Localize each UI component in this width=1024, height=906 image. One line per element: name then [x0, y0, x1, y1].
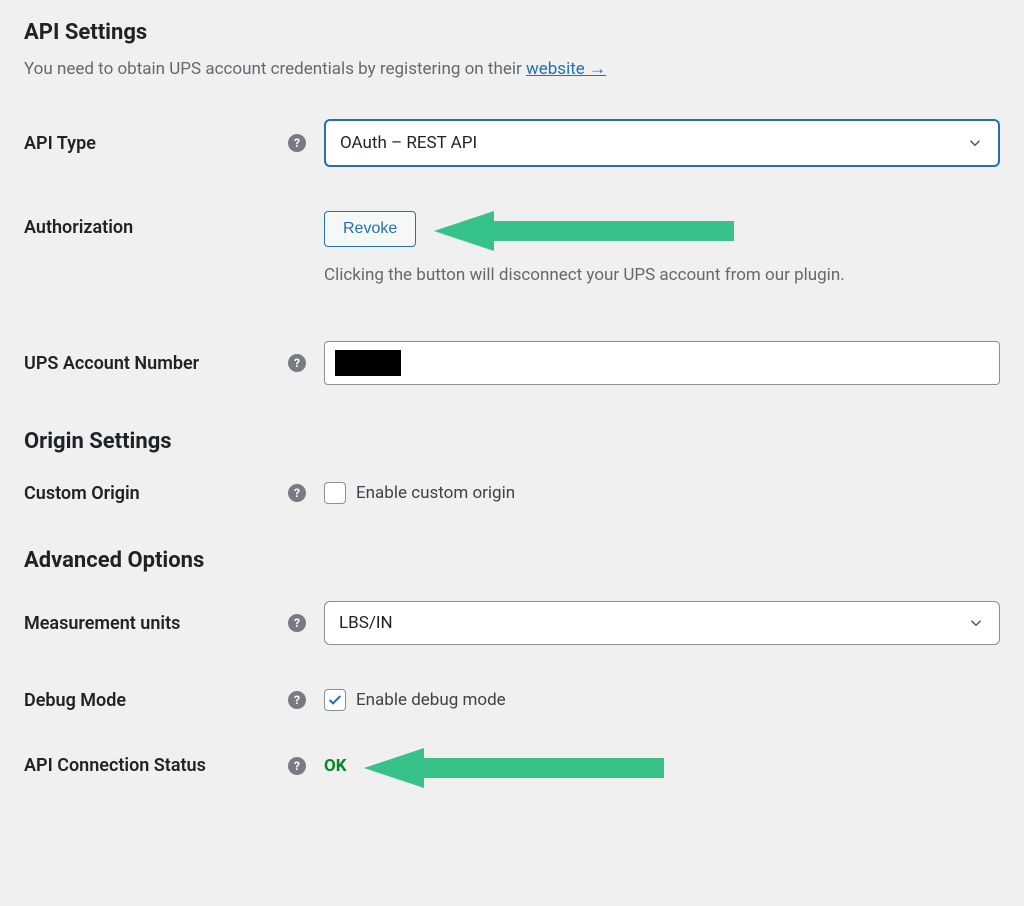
help-icon[interactable]: ?: [288, 134, 306, 152]
label-authorization: Authorization: [24, 217, 133, 238]
chevron-down-icon: [967, 614, 985, 632]
checkbox-debug-mode[interactable]: [324, 689, 346, 711]
label-connection-status: API Connection Status: [24, 755, 206, 776]
select-api-type[interactable]: OAuth – REST API: [324, 119, 1000, 167]
revoke-button[interactable]: Revoke: [324, 211, 416, 247]
help-icon[interactable]: ?: [288, 614, 306, 632]
select-api-type-value: OAuth – REST API: [340, 133, 477, 153]
external-link-arrow-icon: →: [589, 59, 606, 79]
row-authorization: Authorization Revoke: [24, 211, 1000, 247]
label-custom-origin: Custom Origin: [24, 483, 140, 504]
row-account-number: UPS Account Number ?: [24, 341, 1000, 385]
input-account-number[interactable]: [324, 341, 1000, 385]
ups-website-link[interactable]: website →: [526, 59, 606, 79]
label-measurement-units: Measurement units: [24, 613, 180, 634]
annotation-arrow-icon: [364, 746, 664, 790]
check-icon: [327, 692, 343, 708]
section-api-settings-title: API Settings: [24, 20, 1000, 45]
authorization-description: Clicking the button will disconnect your…: [324, 265, 1000, 285]
connection-status-value: OK: [324, 756, 347, 776]
redacted-value: [335, 350, 401, 376]
checkbox-custom-origin-label[interactable]: Enable custom origin: [356, 483, 515, 503]
label-debug-mode: Debug Mode: [24, 690, 126, 711]
section-origin-settings-title: Origin Settings: [24, 429, 1000, 454]
help-icon[interactable]: ?: [288, 691, 306, 709]
row-api-type: API Type ? OAuth – REST API: [24, 119, 1000, 167]
ups-website-link-text: website: [526, 59, 585, 79]
row-debug-mode: Debug Mode ? Enable debug mode: [24, 689, 1000, 711]
label-account-number: UPS Account Number: [24, 353, 199, 374]
row-measurement-units: Measurement units ? LBS/IN: [24, 601, 1000, 645]
row-connection-status: API Connection Status ? OK: [24, 755, 1000, 776]
checkbox-debug-mode-label[interactable]: Enable debug mode: [356, 690, 506, 710]
checkbox-custom-origin[interactable]: [324, 482, 346, 504]
api-settings-description: You need to obtain UPS account credentia…: [24, 59, 1000, 79]
row-custom-origin: Custom Origin ? Enable custom origin: [24, 482, 1000, 504]
chevron-down-icon: [966, 134, 984, 152]
help-icon[interactable]: ?: [288, 484, 306, 502]
label-api-type: API Type: [24, 133, 96, 154]
section-advanced-options-title: Advanced Options: [24, 548, 1000, 573]
select-measurement-units-value: LBS/IN: [339, 613, 393, 633]
help-icon[interactable]: ?: [288, 757, 306, 775]
api-desc-text: You need to obtain UPS account credentia…: [24, 59, 526, 79]
select-measurement-units[interactable]: LBS/IN: [324, 601, 1000, 645]
help-icon[interactable]: ?: [288, 354, 306, 372]
